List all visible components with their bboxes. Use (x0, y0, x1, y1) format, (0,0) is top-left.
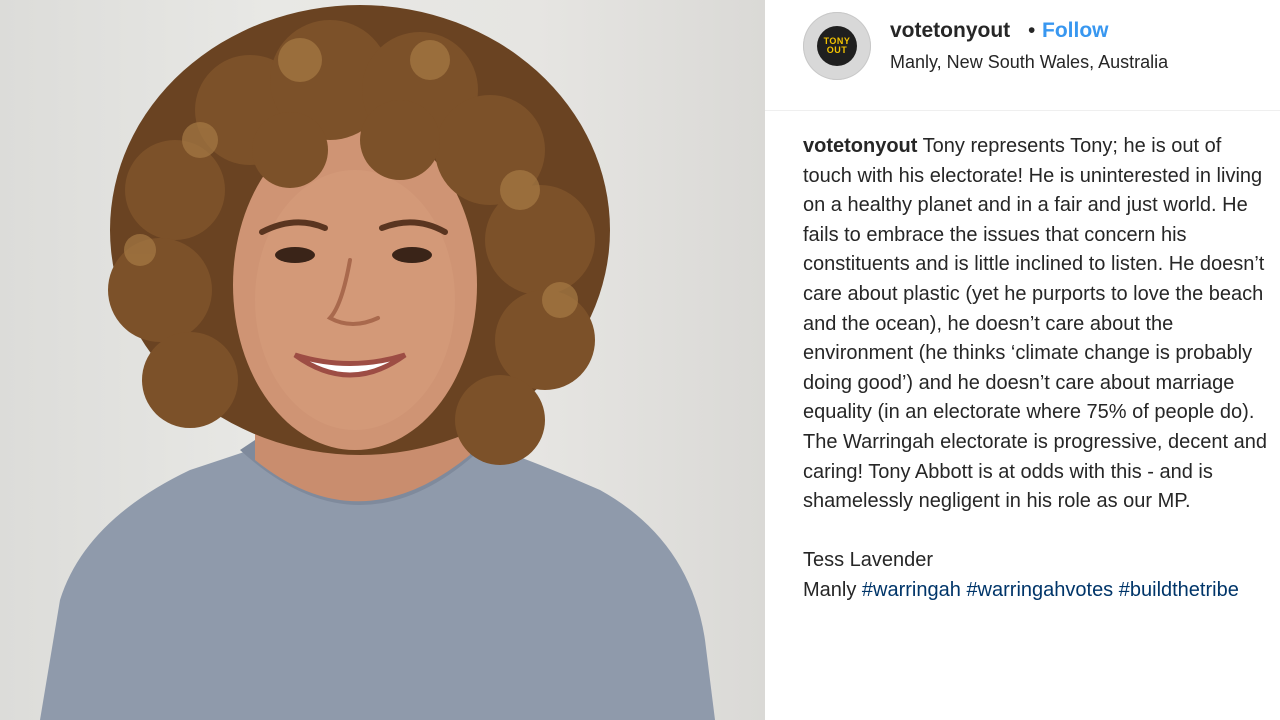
caption-signature-line: Manly #warringah #warringahvotes #buildt… (803, 576, 1273, 606)
caption-signature-place: Manly (803, 578, 857, 601)
caption-username[interactable]: votetonyout (803, 135, 917, 157)
post-header: TONY OUT votetonyout • Follow Manly, New… (765, 0, 1280, 111)
post-caption: votetonyout Tony represents Tony; he is … (803, 132, 1273, 606)
caption-body: votetonyout Tony represents Tony; he is … (803, 132, 1273, 517)
post-location[interactable]: Manly, New South Wales, Australia (890, 52, 1168, 73)
instagram-post: TONY OUT votetonyout • Follow Manly, New… (0, 0, 1280, 720)
follow-button[interactable]: Follow (1042, 19, 1109, 43)
badge-text-bottom: OUT (826, 45, 848, 55)
tony-out-badge-icon: TONY OUT (817, 26, 857, 66)
post-side-panel: TONY OUT votetonyout • Follow Manly, New… (765, 0, 1280, 720)
hashtag-buildthetribe[interactable]: #buildthetribe (1119, 579, 1239, 601)
caption-signature-name: Tess Lavender (803, 549, 934, 572)
author-username[interactable]: votetonyout (890, 19, 1010, 43)
portrait-illustration (40, 5, 715, 720)
author-avatar[interactable]: TONY OUT (803, 12, 871, 80)
hashtag-warringahvotes[interactable]: #warringahvotes (966, 579, 1113, 601)
hashtag-warringah[interactable]: #warringah (862, 579, 961, 601)
post-photo[interactable] (0, 0, 765, 720)
caption-text: Tony represents Tony; he is out of touch… (803, 135, 1267, 513)
header-separator: • (1028, 19, 1036, 42)
